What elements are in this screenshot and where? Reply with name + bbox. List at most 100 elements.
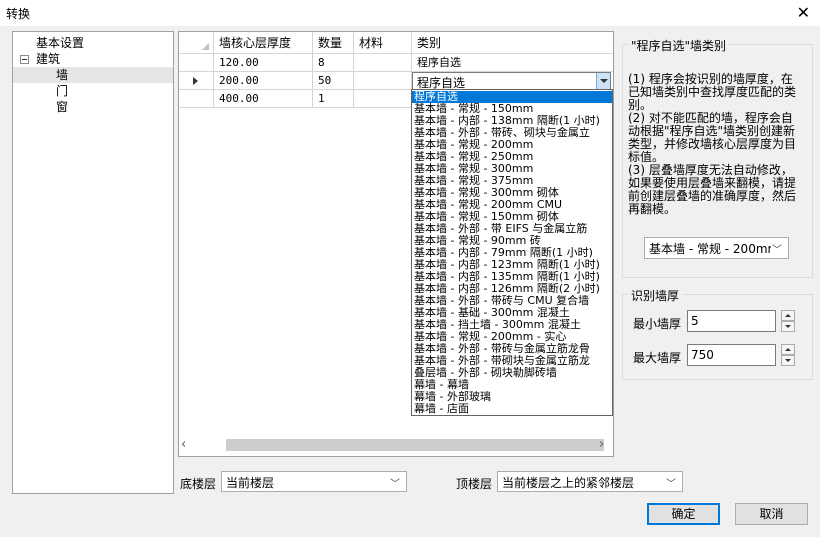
- dropdown-option[interactable]: 幕墙 - 幕墙: [412, 379, 612, 391]
- row-header[interactable]: [179, 72, 214, 90]
- title-bar: 转换 ✕: [0, 0, 820, 26]
- tree-item-window[interactable]: 窗: [56, 99, 68, 115]
- tree-item-basic-settings[interactable]: 基本设置: [36, 35, 84, 51]
- cancel-button[interactable]: 取消: [735, 503, 808, 525]
- dropdown-option[interactable]: 基本墙 - 内部 - 135mm 隔断(1 小时): [412, 271, 612, 283]
- ok-button[interactable]: 确定: [647, 503, 720, 525]
- chevron-down-icon: ﹀: [772, 245, 782, 256]
- dropdown-option[interactable]: 基本墙 - 常规 - 150mm 砌体: [412, 211, 612, 223]
- auto-select-description: (1) 程序会按识别的墙厚度，在已知墙类别中查找厚度匹配的类别。 (2) 对不能…: [628, 73, 802, 216]
- max-thickness-label: 最大墙厚: [633, 351, 682, 365]
- row-header[interactable]: [179, 54, 214, 72]
- cell-material[interactable]: [354, 54, 412, 72]
- dropdown-option[interactable]: 基本墙 - 外部 - 带砖与 CMU 复合墙: [412, 295, 612, 307]
- dropdown-option[interactable]: 基本墙 - 内部 - 138mm 隔断(1 小时): [412, 115, 612, 127]
- top-floor-label: 顶楼层: [456, 477, 493, 491]
- dropdown-option[interactable]: 基本墙 - 外部 - 带砖与金属立筋龙骨: [412, 343, 612, 355]
- top-floor-value: 当前楼层之上的紧邻楼层: [502, 476, 635, 490]
- decrement-icon[interactable]: [781, 321, 795, 332]
- max-thickness-stepper[interactable]: [781, 344, 795, 366]
- min-thickness-stepper[interactable]: [781, 310, 795, 332]
- tree-item-wall-label: 墙: [56, 68, 69, 82]
- column-header-material[interactable]: 材料: [354, 32, 412, 54]
- min-thickness-label: 最小墙厚: [633, 317, 682, 331]
- min-thickness-input[interactable]: 5: [687, 310, 776, 332]
- dropdown-option[interactable]: 基本墙 - 内部 - 126mm 隔断(2 小时): [412, 283, 612, 295]
- scroll-thumb[interactable]: [226, 439, 604, 451]
- dropdown-option[interactable]: 基本墙 - 常规 - 200mm CMU: [412, 199, 612, 211]
- auto-select-group-title: "程序自选"墙类别: [628, 37, 730, 54]
- column-header-category[interactable]: 类别: [412, 32, 613, 54]
- description-line-1: (1) 程序会按识别的墙厚度，在已知墙类别中查找厚度匹配的类别。: [628, 72, 797, 112]
- dropdown-option[interactable]: 幕墙 - 外部玻璃: [412, 391, 612, 403]
- cell-count[interactable]: 1: [313, 90, 354, 108]
- dropdown-option[interactable]: 幕墙 - 店面: [412, 403, 612, 415]
- increment-icon[interactable]: [781, 310, 795, 321]
- scroll-right-icon[interactable]: ›: [599, 437, 604, 452]
- column-header-count[interactable]: 数量: [313, 32, 354, 54]
- dropdown-option[interactable]: 基本墙 - 内部 - 123mm 隔断(1 小时): [412, 259, 612, 271]
- decrement-icon[interactable]: [781, 355, 795, 366]
- category-combo[interactable]: 程序自选: [412, 72, 611, 90]
- dropdown-option[interactable]: 基本墙 - 基础 - 300mm 混凝土: [412, 307, 612, 319]
- dropdown-option[interactable]: 基本墙 - 常规 - 300mm 砌体: [412, 187, 612, 199]
- cell-count[interactable]: 50: [313, 72, 354, 90]
- cell-category[interactable]: 程序自选: [412, 54, 613, 72]
- tree-item-architecture[interactable]: 建筑: [36, 51, 60, 67]
- dropdown-option[interactable]: 基本墙 - 常规 - 250mm: [412, 151, 612, 163]
- max-thickness-value: 750: [691, 348, 714, 362]
- dropdown-option[interactable]: 基本墙 - 常规 - 200mm: [412, 139, 612, 151]
- grid-corner[interactable]: [179, 32, 214, 54]
- dropdown-option[interactable]: 叠层墙 - 外部 - 砌块勒脚砖墙: [412, 367, 612, 379]
- wall-thickness-group-title: 识别墙厚: [628, 287, 683, 304]
- column-header-thickness[interactable]: 墙核心层厚度: [214, 32, 313, 54]
- chevron-down-icon[interactable]: [596, 73, 610, 89]
- dropdown-option[interactable]: 基本墙 - 挡土墙 - 300mm 混凝土: [412, 319, 612, 331]
- dropdown-option[interactable]: 基本墙 - 常规 - 300mm: [412, 163, 612, 175]
- top-floor-select[interactable]: 当前楼层之上的紧邻楼层 ﹀: [497, 471, 683, 492]
- dropdown-option[interactable]: 基本墙 - 外部 - 带砖、砌块与金属立: [412, 127, 612, 139]
- close-icon[interactable]: ✕: [797, 3, 810, 22]
- horizontal-scrollbar[interactable]: ‹ ›: [178, 436, 614, 454]
- category-dropdown-list[interactable]: 程序自选 基本墙 - 常规 - 150mm 基本墙 - 内部 - 138mm 隔…: [411, 89, 613, 416]
- category-tree: 基本设置 建筑 墙 门 窗: [12, 31, 174, 494]
- description-line-3: (3) 层叠墙厚度无法自动修改，如果要使用层叠墙来翻模，请提前创建层叠墙的准确厚…: [628, 163, 797, 216]
- grid-header: 墙核心层厚度 数量 材料 类别: [179, 32, 613, 54]
- dropdown-option[interactable]: 基本墙 - 常规 - 375mm: [412, 175, 612, 187]
- table-row[interactable]: 200.00 50 程序自选: [179, 72, 613, 90]
- min-thickness-value: 5: [691, 314, 699, 328]
- base-floor-select[interactable]: 当前楼层 ﹀: [221, 471, 407, 492]
- dropdown-option[interactable]: 程序自选: [412, 91, 612, 103]
- base-floor-label: 底楼层: [180, 477, 217, 491]
- cell-count[interactable]: 8: [313, 54, 354, 72]
- increment-icon[interactable]: [781, 344, 795, 355]
- chevron-down-icon: ﹀: [390, 479, 400, 490]
- description-line-2: (2) 对不能匹配的墙，程序会自动根据"程序自选"墙类别创建新类型，并修改墙核心…: [628, 111, 797, 164]
- row-header[interactable]: [179, 90, 214, 108]
- dropdown-option[interactable]: 基本墙 - 外部 - 带 EIFS 与金属立筋: [412, 223, 612, 235]
- tree-item-wall[interactable]: 墙: [13, 67, 173, 83]
- base-wall-type-value: 基本墙 - 常规 - 200mm C: [649, 242, 771, 256]
- cell-thickness[interactable]: 400.00: [214, 90, 313, 108]
- cell-material[interactable]: [354, 72, 412, 90]
- dropdown-option[interactable]: 基本墙 - 常规 - 90mm 砖: [412, 235, 612, 247]
- dropdown-option[interactable]: 基本墙 - 外部 - 带砌块与金属立筋龙: [412, 355, 612, 367]
- select-all-icon: [202, 43, 209, 50]
- scroll-left-icon[interactable]: ‹: [181, 437, 186, 452]
- cell-thickness[interactable]: 200.00: [214, 72, 313, 90]
- chevron-down-icon: ﹀: [666, 479, 676, 490]
- window-title: 转换: [6, 7, 31, 21]
- base-floor-value: 当前楼层: [226, 476, 275, 490]
- cell-material[interactable]: [354, 90, 412, 108]
- wall-thickness-group: [622, 294, 813, 380]
- max-thickness-input[interactable]: 750: [687, 344, 776, 366]
- cell-thickness[interactable]: 120.00: [214, 54, 313, 72]
- tree-item-door[interactable]: 门: [56, 83, 68, 99]
- dropdown-option[interactable]: 基本墙 - 常规 - 150mm: [412, 103, 612, 115]
- dropdown-option[interactable]: 基本墙 - 常规 - 200mm - 实心: [412, 331, 612, 343]
- dropdown-option[interactable]: 基本墙 - 内部 - 79mm 隔断(1 小时): [412, 247, 612, 259]
- current-row-icon: [193, 77, 198, 85]
- collapse-icon[interactable]: [20, 55, 29, 64]
- base-wall-type-select[interactable]: 基本墙 - 常规 - 200mm C ﹀: [644, 237, 789, 259]
- table-row[interactable]: 120.00 8 程序自选: [179, 54, 613, 72]
